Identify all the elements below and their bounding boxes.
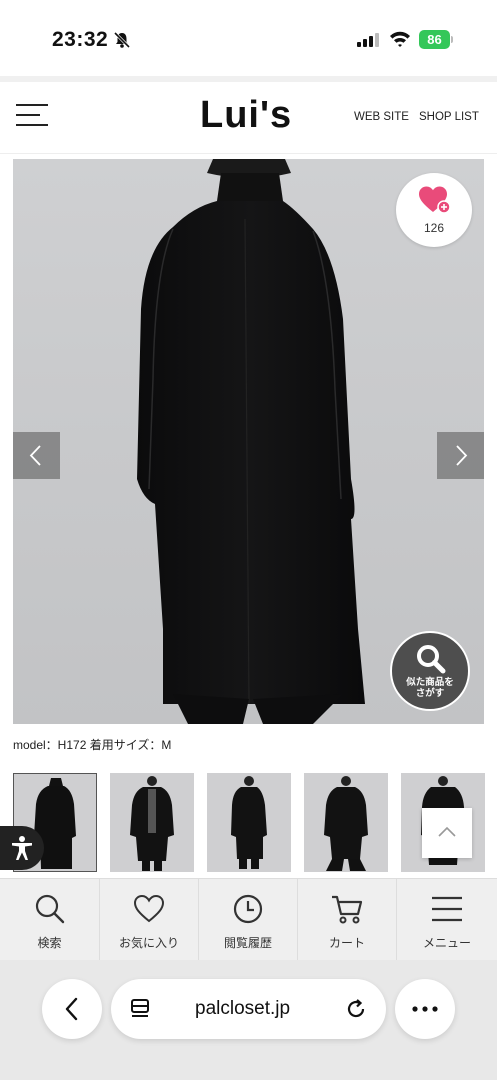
browser-url-text[interactable]: palcloset.jp xyxy=(195,998,290,1020)
nav-link-shoplist[interactable]: SHOP LIST xyxy=(419,111,479,123)
browser-back-button[interactable] xyxy=(42,979,102,1039)
bottom-nav-history[interactable]: 閲覧履歴 xyxy=(198,879,297,961)
reload-icon[interactable] xyxy=(344,997,368,1021)
bell-muted-icon xyxy=(113,31,131,49)
chevron-left-icon xyxy=(29,445,41,466)
battery-level: 86 xyxy=(419,30,450,49)
thumbnail-4[interactable] xyxy=(304,773,388,872)
chevron-up-icon xyxy=(438,826,456,837)
model-info: model：H172 着用サイズ：M xyxy=(13,738,172,752)
bottom-nav-favorites[interactable]: お気に入り xyxy=(99,879,198,961)
more-dots-icon xyxy=(412,1006,438,1012)
menu-icon xyxy=(432,896,462,922)
battery-indicator: 86 xyxy=(419,30,453,49)
scroll-to-top-button[interactable] xyxy=(422,808,472,858)
status-bar: 23:32 86 xyxy=(0,0,497,78)
heart-icon xyxy=(133,894,165,923)
chevron-left-icon xyxy=(65,997,78,1021)
bottom-nav-favorites-label: お気に入り xyxy=(118,936,179,950)
battery-cap xyxy=(451,36,453,43)
find-similar-button[interactable]: 似た商品を さがす xyxy=(390,631,470,711)
clock-icon xyxy=(233,894,263,924)
bottom-nav-search[interactable]: 検索 xyxy=(0,879,99,961)
find-similar-label-line1: 似た商品を xyxy=(406,677,454,688)
prev-image-button[interactable] xyxy=(13,432,60,479)
browser-more-button[interactable] xyxy=(395,979,455,1039)
bottom-nav-cart[interactable]: カート xyxy=(297,879,396,961)
site-header: Lui's WEB SITE SHOP LIST xyxy=(0,82,497,154)
search-icon xyxy=(35,894,64,924)
cart-icon xyxy=(332,895,363,924)
next-image-button[interactable] xyxy=(437,432,484,479)
favorite-button[interactable]: 126 xyxy=(396,173,472,247)
thumbnail-2[interactable] xyxy=(110,773,194,872)
bottom-nav-history-label: 閲覧履歴 xyxy=(223,936,272,950)
thumbnail-coat-wide xyxy=(324,776,368,871)
page-menu-icon[interactable] xyxy=(129,998,151,1020)
thumbnail-3[interactable] xyxy=(207,773,291,872)
bottom-nav-menu[interactable]: メニュー xyxy=(396,879,497,961)
accessibility-button[interactable] xyxy=(0,826,44,870)
chevron-right-icon xyxy=(456,445,468,466)
bottom-nav-menu-label: メニュー xyxy=(422,936,471,950)
brand-logo[interactable]: Lui's xyxy=(200,94,292,137)
wifi-icon xyxy=(390,31,410,47)
search-icon xyxy=(417,645,446,674)
thumbnail-coat-front xyxy=(130,776,174,871)
product-main-image[interactable]: 126 似た商品を さがす xyxy=(13,159,484,724)
accessibility-icon xyxy=(12,836,32,860)
bottom-nav-search-label: 検索 xyxy=(37,936,62,950)
find-similar-label: 似た商品を さがす xyxy=(392,677,468,699)
bottom-nav: 検索 お気に入り 閲覧履歴 カート メニュー xyxy=(0,878,497,961)
browser-url-bar[interactable]: palcloset.jp xyxy=(111,979,386,1039)
heart-plus-icon xyxy=(419,186,451,214)
nav-link-website[interactable]: WEB SITE xyxy=(354,111,409,123)
favorite-count: 126 xyxy=(423,221,445,235)
browser-toolbar: palcloset.jp xyxy=(0,960,497,1080)
signal-icon xyxy=(357,33,379,47)
bottom-nav-cart-label: カート xyxy=(328,936,365,950)
hamburger-menu-icon[interactable] xyxy=(16,104,48,128)
thumbnail-coat-side xyxy=(231,776,267,869)
status-time: 23:32 xyxy=(52,28,109,51)
find-similar-label-line2: さがす xyxy=(415,688,445,699)
